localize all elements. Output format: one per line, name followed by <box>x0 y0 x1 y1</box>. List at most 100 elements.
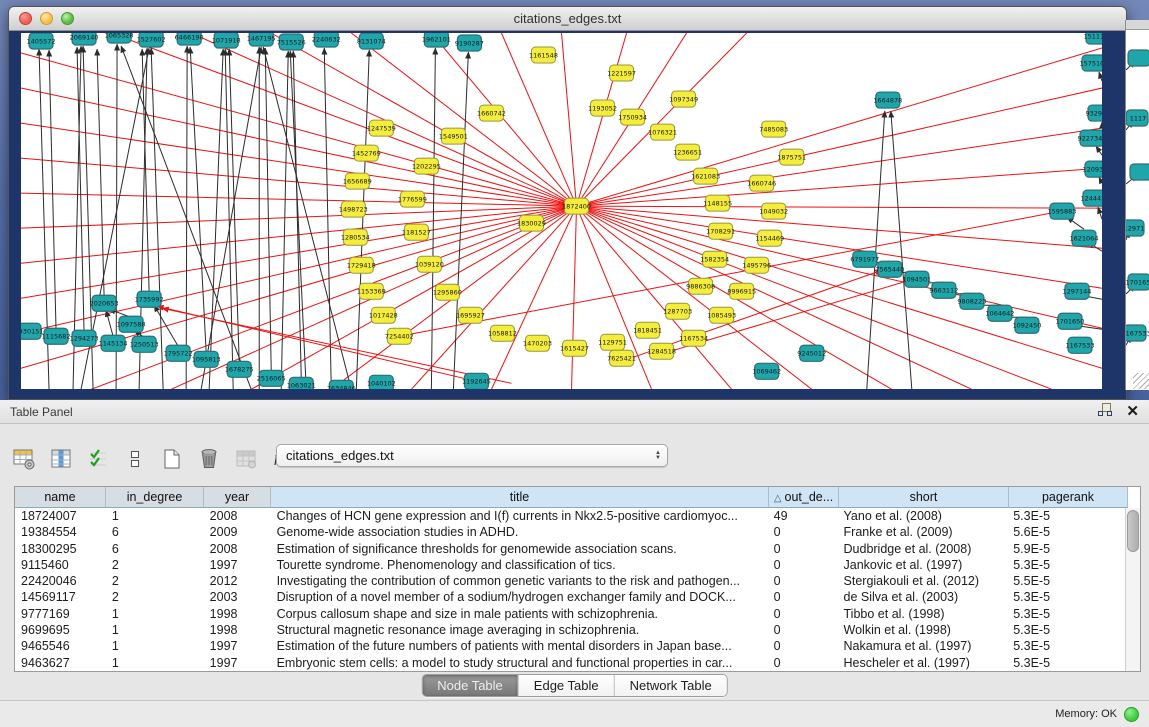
network-desktop: citations_edges.txt 1405572206914010 <box>0 0 1149 400</box>
graph-node-label: 8930151 <box>21 328 43 336</box>
graph-node-label: 6791977 <box>850 256 879 264</box>
show-columns-icon[interactable] <box>47 445 75 473</box>
window-titlebar[interactable]: citations_edges.txt <box>9 7 1126 31</box>
network-canvas[interactable]: 1405572206914010653281527602646619010719… <box>21 33 1102 389</box>
import-table-disabled-icon[interactable] <box>232 445 260 473</box>
table-cell: 18724007 <box>15 508 106 524</box>
table-cell: 0 <box>768 524 838 540</box>
table-row[interactable]: 1872400712008Changes of HCN gene express… <box>15 508 1126 524</box>
graph-node-label: 9886308 <box>686 283 715 291</box>
graph-node-label: 1582354 <box>700 256 729 264</box>
tab-network-table[interactable]: Network Table <box>614 675 727 696</box>
table-row[interactable]: 1830029562008Estimation of significance … <box>15 541 1126 557</box>
column-header-in-degree[interactable]: in_degree <box>106 487 204 508</box>
table-cell: Changes of HCN gene expression and I(f) … <box>271 508 768 524</box>
graph-node-label: 1621064 <box>1070 235 1099 243</box>
graph-node-label: 1094501 <box>902 276 931 284</box>
graph-node-label: 1097588 <box>117 321 146 329</box>
graph-node-label: 1250513 <box>130 341 159 349</box>
graph-node-label: 1664878 <box>873 96 902 104</box>
graph-node-label: 1735992 <box>135 296 164 304</box>
table-cell: Franke et al. (2009) <box>838 524 1008 540</box>
vertical-scrollbar[interactable] <box>1125 508 1140 671</box>
column-header-title[interactable]: title <box>271 487 769 508</box>
graph-node-label: 1148155 <box>703 200 732 208</box>
tab-edge-table[interactable]: Edge Table <box>518 675 614 696</box>
memory-status-icon[interactable] <box>1124 707 1139 722</box>
network-window: citations_edges.txt 1405572206914010 <box>8 6 1127 400</box>
table-row[interactable]: 969969511998Structural magnetic resonanc… <box>15 622 1126 638</box>
table-selector-dropdown[interactable]: citations_edges.txt ▲▼ <box>276 444 668 467</box>
table-cell: 0 <box>768 573 838 589</box>
column-header-short[interactable]: short <box>839 487 1009 508</box>
graph-node-label: 1708291 <box>706 228 735 236</box>
close-panel-icon[interactable]: ✕ <box>1126 405 1139 419</box>
graph-node-label: 8131074 <box>357 37 386 45</box>
delete-table-icon[interactable] <box>195 445 223 473</box>
table-cell: Hescheler et al. (1997) <box>838 655 1008 671</box>
graph-node-label: 1117 <box>1130 114 1147 122</box>
column-header-label: year <box>225 490 249 504</box>
table-cell: Nakamura et al. (1997) <box>838 638 1008 654</box>
table-row[interactable]: 2242004622012Investigating the contribut… <box>15 573 1126 589</box>
scrollbar-thumb[interactable] <box>1127 510 1139 552</box>
create-table-icon[interactable] <box>158 445 186 473</box>
table-cell: 5.3E-5 <box>1007 508 1126 524</box>
table-row[interactable]: 1938455462009Genome-wide association stu… <box>15 524 1126 540</box>
column-header-label: name <box>44 490 75 504</box>
column-header-name[interactable]: name <box>15 487 106 508</box>
column-header-year[interactable]: year <box>204 487 271 508</box>
column-header-out-de-[interactable]: △out_de... <box>769 487 839 508</box>
column-header-pagerank[interactable]: pagerank <box>1009 487 1128 508</box>
graph-node-label: 1750934 <box>618 113 647 121</box>
graph-node-label: 2020653 <box>90 300 119 308</box>
table-cell: Estimation of significance thresholds fo… <box>271 541 768 557</box>
minimize-window-button[interactable] <box>40 12 53 25</box>
table-panel: Table Panel ✕ <box>0 400 1149 700</box>
graph-node-label: 1192645 <box>462 378 491 386</box>
table-row[interactable]: 977716911998Corpus callosum shape and si… <box>15 606 1126 622</box>
table-row[interactable]: 946554611997Estimation of the future num… <box>15 638 1126 654</box>
graph-node-label: 9190287 <box>455 39 484 47</box>
graph-node-label: 1040102 <box>367 380 396 388</box>
resize-grip[interactable] <box>1133 373 1149 389</box>
table-selector-value: citations_edges.txt <box>286 448 655 463</box>
status-bar: Memory: OK <box>0 700 1149 727</box>
graph-node-label: 1830029 <box>517 220 546 228</box>
graph-node-label: 1498723 <box>339 206 368 214</box>
table-row[interactable]: 946362711997Embryonic stem cells: a mode… <box>15 655 1126 671</box>
table-cell: 1 <box>106 606 204 622</box>
table-panel-titlebar: Table Panel ✕ <box>0 400 1149 424</box>
zoom-window-button[interactable] <box>61 12 74 25</box>
table-cell: 2008 <box>204 508 271 524</box>
graph-node-label: 1154469 <box>755 235 784 243</box>
graph-node-label: 1660742 <box>477 109 506 117</box>
graph-node[interactable] <box>1128 50 1149 66</box>
graph-node-label: 7485083 <box>759 125 788 133</box>
graph-node-label: 1167533 <box>1126 329 1149 337</box>
graph-node-label: 1076321 <box>648 128 677 136</box>
table-cell: 1 <box>106 508 204 524</box>
graph-node[interactable] <box>1130 164 1149 180</box>
table-row[interactable]: 1456911722003Disruption of a novel membe… <box>15 589 1126 605</box>
table-cell: 1997 <box>204 655 271 671</box>
row-height-icon[interactable] <box>121 445 149 473</box>
graph-node-label: 1247539 <box>367 124 396 132</box>
graph-node-label: 1795722 <box>164 350 193 358</box>
tab-node-table[interactable]: Node Table <box>422 675 518 696</box>
table-cell: 5.5E-5 <box>1007 573 1126 589</box>
float-panel-icon[interactable] <box>1098 403 1112 421</box>
graph-node-label: 1284518 <box>647 348 676 356</box>
row-selection-mode-icon[interactable] <box>84 445 112 473</box>
node-table: name in_degree year title△out_de...shortpag… <box>14 486 1141 672</box>
background-window[interactable]: 11171297117016501167533 <box>1125 20 1149 390</box>
table-cell: Tibbo et al. (1998) <box>838 606 1008 622</box>
table-cell: Genome-wide association studies in ADHD. <box>271 524 768 540</box>
table-cell: 1997 <box>204 638 271 654</box>
table-row[interactable]: 911546021997Tourette syndrome. Phenomeno… <box>15 557 1126 573</box>
close-window-button[interactable] <box>19 12 32 25</box>
table-options-icon[interactable] <box>10 445 38 473</box>
network-graph: 1405572206914010653281527602646619010719… <box>21 33 1102 389</box>
graph-node-label: 1069462 <box>752 368 781 376</box>
table-cell: 5.3E-5 <box>1007 638 1126 654</box>
